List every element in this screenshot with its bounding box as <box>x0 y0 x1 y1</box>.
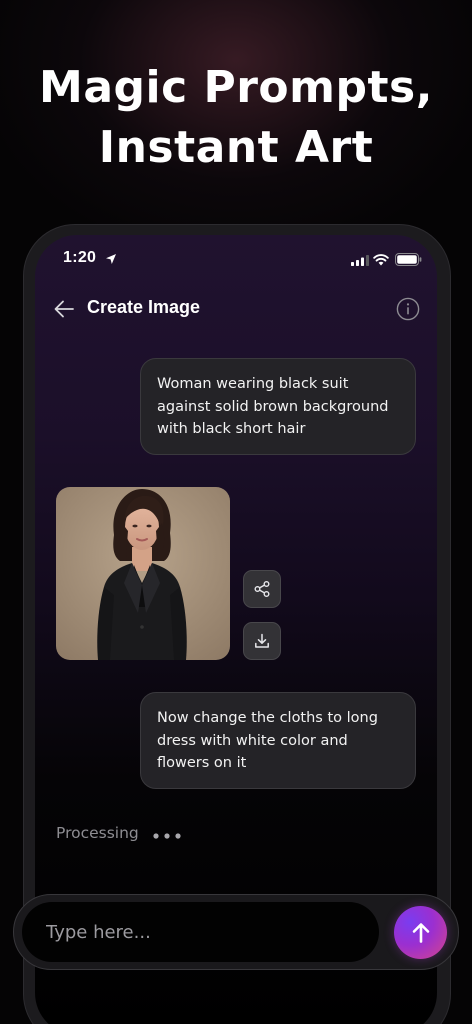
download-icon <box>255 633 269 648</box>
download-button[interactable] <box>243 622 281 660</box>
status-time: 1:20 <box>63 249 97 266</box>
share-icon <box>254 581 270 597</box>
headline-line-2: Instant Art <box>98 122 374 173</box>
arrow-up-icon <box>412 922 429 943</box>
processing-status: Processing <box>56 824 139 842</box>
promo-headline: Magic Prompts, Instant Art <box>0 58 472 178</box>
signal-icon <box>351 255 369 266</box>
back-arrow-icon[interactable] <box>53 299 75 319</box>
typing-dots-icon <box>153 833 181 839</box>
location-arrow-icon <box>106 254 116 264</box>
wifi-icon <box>373 254 389 266</box>
user-message-bubble: Woman wearing black suit against solid b… <box>140 358 416 455</box>
info-icon[interactable] <box>396 297 420 321</box>
send-button[interactable] <box>394 906 447 959</box>
share-button[interactable] <box>243 570 281 608</box>
message-input[interactable] <box>22 902 379 962</box>
generated-image[interactable] <box>56 487 230 660</box>
battery-icon <box>395 253 422 266</box>
promo-page: Magic Prompts, Instant Art 1:20 Create I… <box>0 0 472 1024</box>
user-message-bubble: Now change the cloths to long dress with… <box>140 692 416 789</box>
screen-title: Create Image <box>87 297 201 317</box>
headline-line-1: Magic Prompts, <box>39 62 433 113</box>
